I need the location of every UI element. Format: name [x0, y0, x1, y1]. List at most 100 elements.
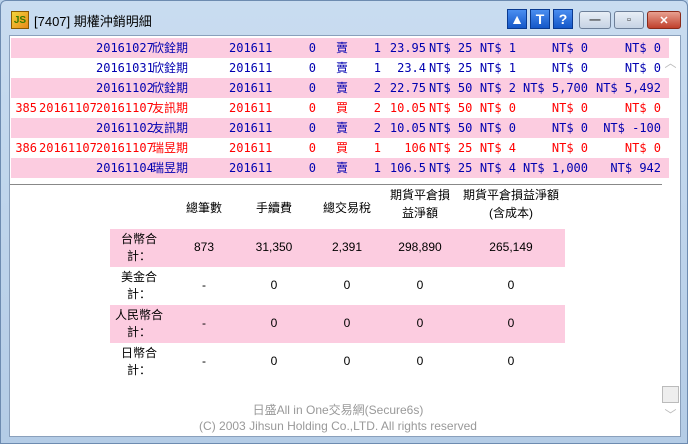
close-button[interactable]: ✕: [647, 11, 681, 29]
trade-row[interactable]: 20161102 欣銓期 201611 0 賣 2 22.75 NT$ 50 NT$ 2 NT$ …: [11, 78, 669, 98]
cell-date: 20161102: [96, 81, 154, 95]
cell-name: 欣銓期: [152, 81, 189, 95]
cell-price: 23.95: [389, 41, 426, 55]
scrollbar-thumb[interactable]: [662, 386, 679, 403]
cell-fee: NT$ 4: [479, 161, 516, 175]
summary-row: 台幣合 計： 873 31,350 2,391 298,890 265,149: [110, 229, 565, 267]
cell-tax: NT$ 0: [551, 141, 588, 155]
title-bar: JS [7407] 期權沖銷明細: [11, 10, 152, 30]
t-button[interactable]: T: [530, 9, 550, 29]
cell-premium: NT$ 50: [429, 101, 473, 115]
cell-odate: 20161107: [39, 101, 97, 115]
cell-name: 瑞昱期: [152, 161, 189, 175]
summary-value: 0: [270, 354, 278, 368]
summary-row: 日幣合 計： - 0 0 0 0: [110, 343, 565, 381]
trade-row[interactable]: 20161104 瑞昱期 201611 0 賣 1 106.5 NT$ 25 NT$ 4 NT$ …: [11, 158, 669, 178]
cell-price: 23.4: [397, 61, 426, 75]
maximize-button[interactable]: ▫: [614, 11, 644, 29]
cell-name: 瑞昱期: [152, 141, 189, 155]
cell-fee: NT$ 0: [479, 101, 516, 115]
cell-month: 201611: [229, 41, 273, 55]
cell-qty: 2: [373, 121, 381, 135]
trade-row[interactable]: 385 20161107 20161107 友訊期 201611 0 買 2 10.05 NT$ …: [11, 98, 669, 118]
cell-month: 201611: [229, 161, 273, 175]
cell-tax: NT$ 0: [551, 41, 588, 55]
summary-value: 0: [507, 354, 515, 368]
cell-fee: NT$ 1: [479, 61, 516, 75]
cell-month: 201611: [229, 141, 273, 155]
cell-date: 20161104: [96, 161, 154, 175]
summary-value: 0: [507, 316, 515, 330]
cell-qty: 1: [373, 41, 381, 55]
cell-strike: 0: [308, 121, 316, 135]
cell-month: 201611: [229, 101, 273, 115]
cell-net: NT$ 942: [610, 161, 661, 175]
cell-net: NT$ 0: [624, 101, 661, 115]
cell-odate: 20161107: [39, 141, 97, 155]
summary-label: 日幣合 計：: [120, 346, 158, 377]
scroll-top-button[interactable]: ▲: [507, 9, 527, 29]
cell-side: 賣: [336, 121, 349, 135]
summary-header: 總筆數: [185, 201, 223, 215]
help-button[interactable]: ?: [553, 9, 573, 29]
cell-name: 友訊期: [152, 121, 189, 135]
cell-name: 欣銓期: [152, 61, 189, 75]
trade-row[interactable]: 20161027 欣銓期 201611 0 賣 1 23.95 NT$ 25 NT$ 1 NT$ …: [11, 38, 669, 58]
trade-row[interactable]: 20161102 友訊期 201611 0 賣 2 10.05 NT$ 50 NT$ 0 NT$ …: [11, 118, 669, 138]
trade-row[interactable]: 386 20161107 20161107 瑞昱期 201611 0 買 1 106 NT$ 25…: [11, 138, 669, 158]
summary-header: 期貨平倉損 益淨額: [389, 188, 451, 220]
summary-header: 期貨平倉損益淨額 (含成本): [462, 188, 560, 220]
cell-side: 賣: [336, 161, 349, 175]
scroll-down-icon[interactable]: ﹀: [662, 406, 679, 423]
cell-price: 10.05: [389, 121, 426, 135]
footer-brand: 日盛All in One交易網(Secure6s): [252, 403, 424, 417]
cell-side: 賣: [336, 81, 349, 95]
summary-value: 0: [270, 316, 278, 330]
cell-date: 20161102: [96, 121, 154, 135]
summary-header: 手續費: [255, 201, 293, 215]
cell-premium: NT$ 25: [429, 161, 473, 175]
summary-value: 0: [343, 278, 351, 292]
cell-qty: 1: [373, 161, 381, 175]
cell-qty: 1: [373, 61, 381, 75]
cell-price: 22.75: [389, 81, 426, 95]
cell-net: NT$ 0: [624, 141, 661, 155]
cell-month: 201611: [229, 61, 273, 75]
cell-price: 106.5: [389, 161, 426, 175]
cell-premium: NT$ 25: [429, 41, 473, 55]
cell-side: 買: [336, 101, 349, 115]
cell-qty: 2: [373, 81, 381, 95]
cell-date: 20161027: [96, 41, 154, 55]
cell-price: 10.05: [389, 101, 426, 115]
cell-date: 20161031: [96, 61, 154, 75]
cell-strike: 0: [308, 61, 316, 75]
cell-tax: NT$ 1,000: [522, 161, 588, 175]
divider: [10, 184, 662, 185]
cell-net: NT$ 5,492: [595, 81, 661, 95]
scroll-up-icon[interactable]: ︿: [662, 54, 679, 71]
cell-net: NT$ 0: [624, 61, 661, 75]
cell-price: 106: [404, 141, 426, 155]
cell-strike: 0: [308, 81, 316, 95]
cell-fee: NT$ 1: [479, 41, 516, 55]
summary-label: 人民幣合 計：: [114, 308, 164, 339]
cell-net: NT$ -100: [603, 121, 661, 135]
summary-value: 31,350: [255, 240, 293, 254]
summary-value: 0: [343, 316, 351, 330]
trade-row[interactable]: 20161031 欣銓期 201611 0 賣 1 23.4 NT$ 25 NT$ 1 NT$ 0…: [11, 58, 669, 78]
summary-value: 0: [416, 316, 424, 330]
cell-strike: 0: [308, 161, 316, 175]
summary-label: 台幣合 計：: [120, 232, 158, 263]
cell-tax: NT$ 0: [551, 101, 588, 115]
minimize-button[interactable]: —: [579, 11, 611, 29]
summary-value: 0: [343, 354, 351, 368]
cell-qty: 1: [373, 141, 381, 155]
cell-strike: 0: [308, 101, 316, 115]
cell-side: 賣: [336, 41, 349, 55]
cell-tax: NT$ 5,700: [522, 81, 588, 95]
summary-value: -: [202, 316, 206, 330]
cell-side: 賣: [336, 61, 349, 75]
summary-value: 265,149: [489, 240, 533, 254]
summary-value: 0: [416, 354, 424, 368]
cell-month: 201611: [229, 81, 273, 95]
